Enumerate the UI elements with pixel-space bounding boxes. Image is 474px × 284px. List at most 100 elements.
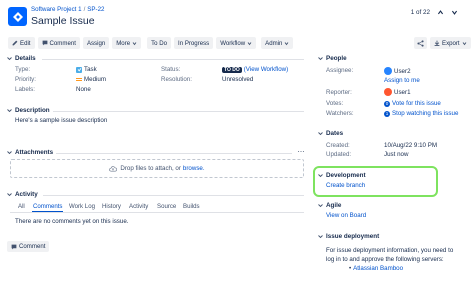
description-divider: [53, 111, 304, 112]
tab-builds[interactable]: Builds: [183, 203, 200, 210]
workflow-label: Workflow: [220, 39, 246, 47]
tab-work-log[interactable]: Work Log: [69, 203, 95, 210]
people-section-toggle[interactable]: People: [318, 55, 347, 62]
dates-section-toggle[interactable]: Dates: [318, 130, 343, 137]
comment-button[interactable]: Comment: [37, 37, 80, 49]
votes-count-badge: 0: [384, 100, 390, 107]
tab-comments[interactable]: Comments: [33, 203, 62, 210]
resolution-value: Unresolved: [222, 76, 254, 83]
attachments-heading: Attachments: [15, 149, 54, 156]
no-comments-text: There are no comments yet on this issue.: [15, 218, 129, 225]
deployment-heading: Issue deployment: [326, 233, 380, 240]
chevron-down-icon: [451, 10, 457, 15]
attachments-section-toggle[interactable]: Attachments: [7, 149, 53, 156]
speech-bubble-icon: [11, 244, 17, 249]
stop-watching-link[interactable]: Stop watching this issue: [392, 110, 458, 117]
priority-label: Priority:: [15, 76, 36, 83]
tab-all[interactable]: All: [18, 203, 25, 210]
more-label: More: [116, 39, 131, 47]
view-workflow-link[interactable]: (View Workflow): [244, 66, 288, 73]
assignee-value[interactable]: User2: [384, 67, 411, 75]
development-heading: Development: [326, 172, 366, 179]
assign-button[interactable]: Assign: [82, 37, 110, 49]
status-value: TO DO (View Workflow): [222, 66, 288, 73]
export-button[interactable]: Export: [430, 37, 471, 49]
chevron-down-icon: [7, 109, 12, 113]
assignee-label: Assignee:: [326, 67, 354, 74]
priority-medium-icon: [76, 77, 82, 82]
details-section-toggle[interactable]: Details: [7, 55, 36, 62]
description-section-toggle[interactable]: Description: [7, 107, 50, 114]
attachment-dropzone[interactable]: Drop files to attach, or browse.: [10, 159, 304, 178]
dropzone-label: Drop files to attach, or: [120, 165, 181, 172]
chevron-down-icon: [318, 204, 323, 208]
votes-value: 0 Vote for this issue: [384, 100, 441, 107]
task-type-icon: [76, 66, 82, 73]
create-branch-link[interactable]: Create branch: [326, 182, 365, 189]
chevron-down-icon: [285, 41, 289, 45]
export-label: Export: [442, 39, 460, 47]
dropzone-text: Drop files to attach, or browse.: [120, 165, 204, 172]
chevron-down-icon: [318, 132, 323, 136]
description-text[interactable]: Here's a sample issue description: [15, 117, 107, 124]
previous-issue-button[interactable]: [434, 7, 446, 18]
priority-text: Medium: [84, 76, 107, 83]
project-avatar-icon[interactable]: [8, 7, 27, 26]
add-comment-label: Comment: [19, 243, 46, 250]
activity-tabs-divider: [10, 212, 304, 213]
pencil-icon: [12, 40, 18, 46]
assign-to-me-link[interactable]: Assign to me: [384, 77, 420, 84]
bullet-icon: •: [349, 265, 352, 272]
tab-history[interactable]: History: [102, 203, 121, 210]
chevron-down-icon: [318, 174, 323, 178]
add-comment-button[interactable]: Comment: [7, 241, 50, 252]
reporter-value[interactable]: User1: [384, 88, 411, 96]
bamboo-server-link[interactable]: Atlassian Bamboo: [353, 265, 403, 272]
workflow-button[interactable]: Workflow: [216, 37, 257, 49]
deployment-text-line1: For issue deployment information, you ne…: [326, 247, 454, 254]
deployment-section-toggle[interactable]: Issue deployment: [318, 233, 379, 240]
watchers-count-badge: 1: [384, 110, 390, 117]
breadcrumb-project[interactable]: Software Project 1: [31, 6, 82, 13]
attachments-more-icon[interactable]: ⋯: [297, 148, 305, 156]
chevron-down-icon: [7, 193, 12, 197]
development-section-toggle[interactable]: Development: [318, 172, 366, 179]
edit-button[interactable]: Edit: [8, 37, 35, 49]
priority-value: Medium: [76, 76, 106, 83]
more-button[interactable]: More: [112, 37, 142, 49]
details-divider: [42, 59, 304, 60]
created-label: Created:: [326, 142, 350, 149]
issue-pager-text: 1 of 22: [410, 9, 430, 16]
chevron-down-icon: [7, 151, 12, 155]
labels-label: Labels:: [15, 86, 35, 93]
people-heading: People: [326, 55, 347, 62]
chevron-down-icon: [318, 57, 323, 61]
vote-link[interactable]: Vote for this issue: [392, 100, 441, 107]
tab-activity[interactable]: Activity: [129, 203, 148, 210]
activity-section-toggle[interactable]: Activity: [7, 191, 38, 198]
assignee-name: User2: [394, 67, 411, 75]
chevron-down-icon: [132, 41, 137, 45]
view-on-board-link[interactable]: View on Board: [326, 212, 366, 219]
chevron-up-icon: [437, 10, 443, 15]
status-label: Status:: [161, 66, 181, 73]
admin-button[interactable]: Admin: [261, 37, 294, 49]
browse-link[interactable]: browse.: [183, 165, 205, 172]
votes-label: Votes:: [326, 100, 344, 107]
reporter-name: User1: [394, 88, 411, 96]
tab-source[interactable]: Source: [157, 203, 176, 210]
chevron-down-icon: [7, 57, 12, 61]
next-issue-button[interactable]: [448, 7, 460, 18]
todo-transition-button[interactable]: To Do: [147, 37, 172, 49]
speech-bubble-icon: [42, 40, 47, 46]
breadcrumb: Software Project 1/SP-22: [31, 6, 105, 13]
status-badge: TO DO: [222, 66, 242, 73]
dates-heading: Dates: [326, 130, 344, 137]
description-heading: Description: [15, 107, 50, 114]
breadcrumb-issue-key[interactable]: SP-22: [87, 6, 104, 13]
share-button[interactable]: [414, 37, 427, 49]
share-icon: [417, 39, 424, 47]
agile-section-toggle[interactable]: Agile: [318, 202, 341, 209]
in-progress-transition-button[interactable]: In Progress: [174, 37, 214, 49]
updated-value: Just now: [384, 151, 409, 158]
